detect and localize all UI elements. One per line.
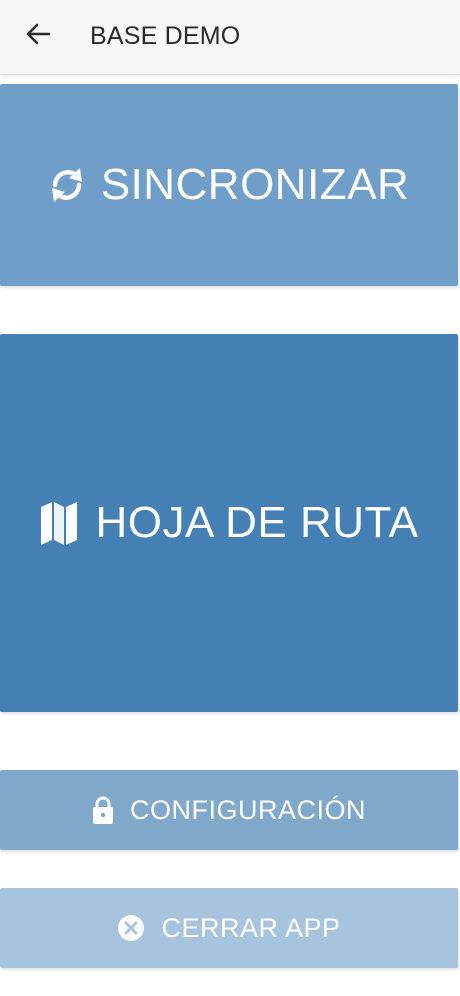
sync-icon [49,163,85,207]
arrow-left-icon [25,23,51,50]
back-button[interactable] [20,18,56,54]
route-sheet-button[interactable]: HOJA DE RUTA [0,334,458,712]
lock-icon [92,795,114,825]
app-bar: BASE DEMO [0,0,460,75]
route-sheet-label: HOJA DE RUTA [95,498,419,547]
close-app-button[interactable]: CERRAR APP [0,888,458,968]
settings-button[interactable]: CONFIGURACIÓN [0,770,458,850]
close-circle-icon [117,914,145,942]
settings-label: CONFIGURACIÓN [130,794,366,825]
sync-button[interactable]: SINCRONIZAR [0,84,458,286]
close-app-label: CERRAR APP [161,912,341,943]
sync-label: SINCRONIZAR [100,160,410,209]
map-icon [39,500,79,546]
page-title: BASE DEMO [90,22,241,50]
